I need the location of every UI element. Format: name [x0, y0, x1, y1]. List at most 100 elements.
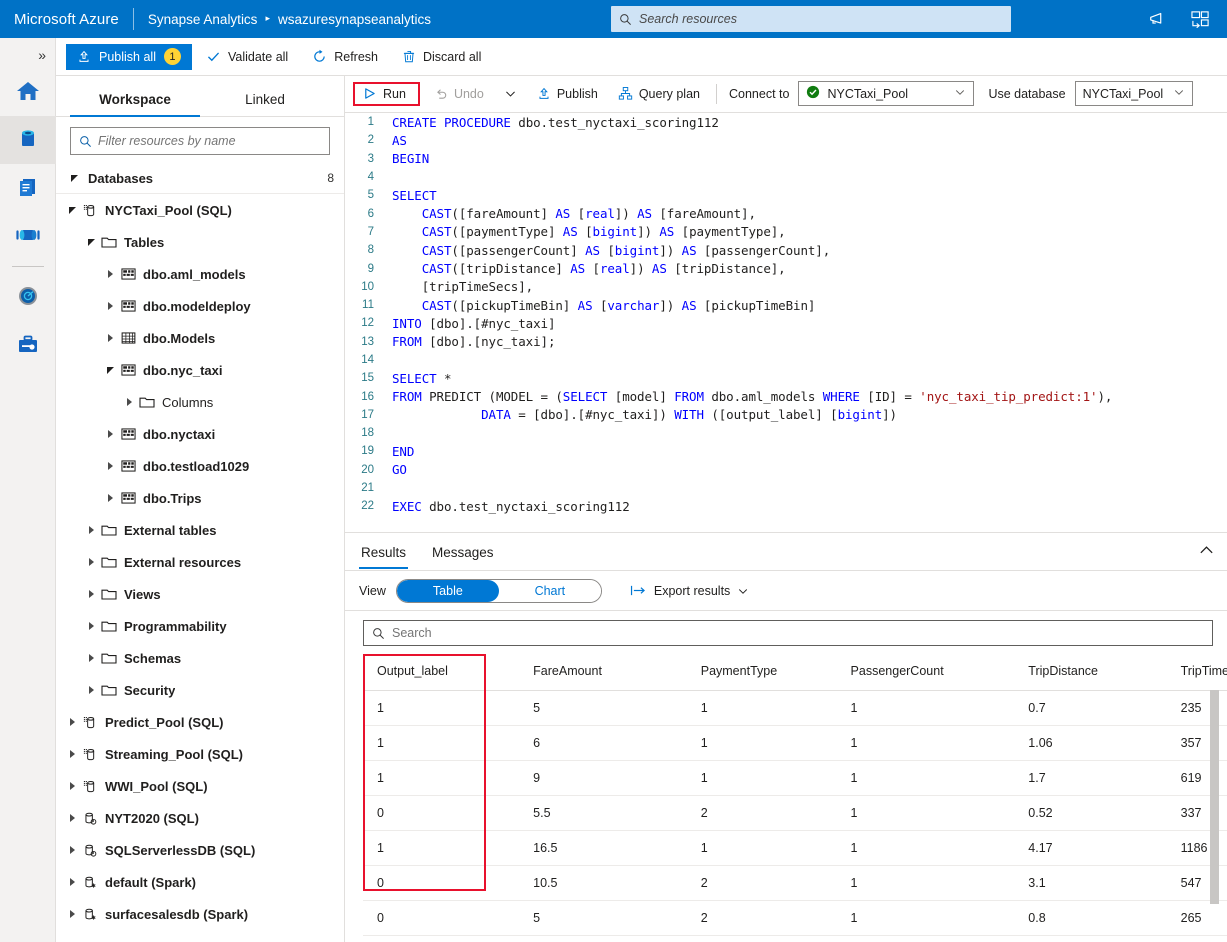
use-database-dropdown[interactable]: NYCTaxi_Pool	[1074, 81, 1193, 106]
code-line[interactable]: 10 [tripTimeSecs],	[345, 278, 1227, 296]
tree-section-databases[interactable]: Databases 8	[56, 163, 344, 194]
code-line[interactable]: 22 EXEC dbo.test_nyctaxi_scoring112	[345, 497, 1227, 515]
tab-workspace[interactable]: Workspace	[70, 84, 200, 117]
code-line[interactable]: 11 CAST([pickupTimeBin] AS [varchar]) AS…	[345, 296, 1227, 314]
table-row[interactable]: 19111.7619Night	[363, 760, 1227, 796]
publish-all-button[interactable]: Publish all 1	[66, 43, 192, 70]
code-line[interactable]: 8 CAST([passengerCount] AS [bigint]) AS …	[345, 241, 1227, 259]
code-text[interactable]: INTO [dbo].[#nyc_taxi]	[383, 316, 555, 331]
undo-button[interactable]: Undo	[424, 81, 494, 107]
tree-item-surfacesalesdb-spark[interactable]: surfacesalesdb (Spark)	[56, 898, 344, 930]
discard-all-button[interactable]: Discard all	[392, 44, 491, 70]
chevron-right-icon[interactable]	[121, 398, 137, 406]
tree-item-dbo-aml-models[interactable]: dbo.aml_models	[56, 258, 344, 290]
filter-resources-input[interactable]	[98, 134, 321, 148]
tree-item-views[interactable]: Views	[56, 578, 344, 610]
tab-linked[interactable]: Linked	[200, 84, 330, 116]
chevron-right-icon[interactable]	[102, 430, 118, 438]
chevron-right-icon[interactable]	[83, 686, 99, 694]
tab-results[interactable]: Results	[359, 536, 409, 569]
chevron-down-icon[interactable]	[83, 238, 99, 246]
code-line[interactable]: 15 SELECT *	[345, 369, 1227, 387]
chevron-right-icon[interactable]	[64, 750, 80, 758]
tree-item-nyt2020-sql[interactable]: NYT2020 (SQL)	[56, 802, 344, 834]
code-line[interactable]: 12 INTO [dbo].[#nyc_taxi]	[345, 314, 1227, 332]
code-text[interactable]: CAST([pickupTimeBin] AS [varchar]) AS [p…	[383, 298, 816, 313]
global-search-box[interactable]: Search resources	[611, 6, 1011, 32]
code-line[interactable]: 18	[345, 424, 1227, 442]
code-line[interactable]: 4	[345, 168, 1227, 186]
code-line[interactable]: 9 CAST([tripDistance] AS [real]) AS [tri…	[345, 259, 1227, 277]
tree-item-external-tables[interactable]: External tables	[56, 514, 344, 546]
tree-item-columns[interactable]: Columns	[56, 386, 344, 418]
code-text[interactable]: SELECT	[383, 188, 437, 203]
toggle-table[interactable]: Table	[396, 579, 499, 602]
rail-item-integrate[interactable]	[0, 212, 56, 260]
column-header-passengercount[interactable]: PassengerCount	[836, 654, 1015, 691]
tree-item-schemas[interactable]: Schemas	[56, 642, 344, 674]
code-text[interactable]: [tripTimeSecs],	[383, 279, 534, 294]
chevron-down-icon[interactable]	[64, 206, 80, 214]
tree-item-dbo-trips[interactable]: dbo.Trips	[56, 482, 344, 514]
tree-item-default-spark[interactable]: default (Spark)	[56, 866, 344, 898]
code-text[interactable]: FROM PREDICT (MODEL = (SELECT [model] FR…	[383, 389, 1112, 404]
results-vertical-scrollbar[interactable]	[1210, 690, 1219, 904]
collapse-results-icon[interactable]	[1198, 543, 1215, 560]
code-text[interactable]: CAST([passengerCount] AS [bigint]) AS [p…	[383, 243, 831, 258]
rail-item-develop[interactable]	[0, 164, 56, 212]
rail-item-monitor[interactable]	[0, 273, 56, 321]
tree-item-dbo-modeldeploy[interactable]: dbo.modeldeploy	[56, 290, 344, 322]
chevron-right-icon[interactable]	[102, 270, 118, 278]
megaphone-icon[interactable]	[1147, 8, 1169, 30]
table-row[interactable]: 010.5213.1547Night	[363, 865, 1227, 901]
validate-all-button[interactable]: Validate all	[196, 44, 298, 70]
code-line[interactable]: 16 FROM PREDICT (MODEL = (SELECT [model] …	[345, 387, 1227, 405]
code-line[interactable]: 3 BEGIN	[345, 150, 1227, 168]
tree-item-streaming-pool-sql[interactable]: Streaming_Pool (SQL)	[56, 738, 344, 770]
code-line[interactable]: 21	[345, 479, 1227, 497]
tree-item-dbo-testload1029[interactable]: dbo.testload1029	[56, 450, 344, 482]
results-search-input[interactable]	[392, 626, 1204, 640]
tab-messages[interactable]: Messages	[430, 536, 496, 568]
code-text[interactable]: FROM [dbo].[nyc_taxi];	[383, 334, 555, 349]
table-row[interactable]: 116.5114.171186Night	[363, 830, 1227, 866]
column-header-paymenttype[interactable]: PaymentType	[686, 654, 837, 691]
tree-item-predict-pool-sql[interactable]: Predict_Pool (SQL)	[56, 706, 344, 738]
sql-code-editor[interactable]: 1 CREATE PROCEDURE dbo.test_nyctaxi_scori…	[345, 113, 1227, 532]
chevron-right-icon[interactable]	[83, 526, 99, 534]
code-text[interactable]: BEGIN	[383, 151, 429, 166]
chevron-right-icon[interactable]	[83, 654, 99, 662]
code-line[interactable]: 13 FROM [dbo].[nyc_taxi];	[345, 333, 1227, 351]
code-text[interactable]: GO	[383, 462, 407, 477]
column-header-tripdistance[interactable]: TripDistance	[1014, 654, 1167, 691]
code-line[interactable]: 1 CREATE PROCEDURE dbo.test_nyctaxi_scori…	[345, 113, 1227, 131]
tree-item-dbo-nyctaxi[interactable]: dbo.nyctaxi	[56, 418, 344, 450]
tree-item-dbo-models[interactable]: dbo.Models	[56, 322, 344, 354]
tree-item-wwi-pool-sql[interactable]: WWI_Pool (SQL)	[56, 770, 344, 802]
chevron-right-icon[interactable]	[83, 558, 99, 566]
code-line[interactable]: 7 CAST([paymentType] AS [bigint]) AS [pa…	[345, 223, 1227, 241]
expand-nav-button[interactable]: »	[0, 42, 55, 68]
chevron-down-icon[interactable]	[1173, 86, 1185, 101]
code-text[interactable]: DATA = [dbo].[#nyc_taxi]) WITH ([output_…	[383, 407, 897, 422]
filter-resources-box[interactable]	[70, 127, 330, 155]
chevron-down-icon[interactable]	[66, 174, 82, 182]
code-text[interactable]: EXEC dbo.test_nyctaxi_scoring112	[383, 499, 630, 514]
tree-item-programmability[interactable]: Programmability	[56, 610, 344, 642]
tree-item-sqlserverlessdb-sql[interactable]: SQLServerlessDB (SQL)	[56, 834, 344, 866]
tree-item-external-resources[interactable]: External resources	[56, 546, 344, 578]
chevron-right-icon[interactable]	[64, 878, 80, 886]
code-text[interactable]: END	[383, 444, 414, 459]
chevron-right-icon[interactable]	[102, 334, 118, 342]
run-button[interactable]: Run	[353, 81, 420, 106]
code-line[interactable]: 19 END	[345, 442, 1227, 460]
code-line[interactable]: 6 CAST([fareAmount] AS [real]) AS [fareA…	[345, 204, 1227, 222]
azure-brand[interactable]: Microsoft Azure	[0, 11, 119, 28]
code-line[interactable]: 14	[345, 351, 1227, 369]
code-text[interactable]: CAST([fareAmount] AS [real]) AS [fareAmo…	[383, 206, 756, 221]
table-row[interactable]: 05210.8265Afternoon	[363, 900, 1227, 936]
connect-to-dropdown[interactable]: NYCTaxi_Pool	[798, 81, 975, 106]
code-line[interactable]: 5 SELECT	[345, 186, 1227, 204]
chevron-right-icon[interactable]	[102, 462, 118, 470]
code-line[interactable]: 20 GO	[345, 461, 1227, 479]
